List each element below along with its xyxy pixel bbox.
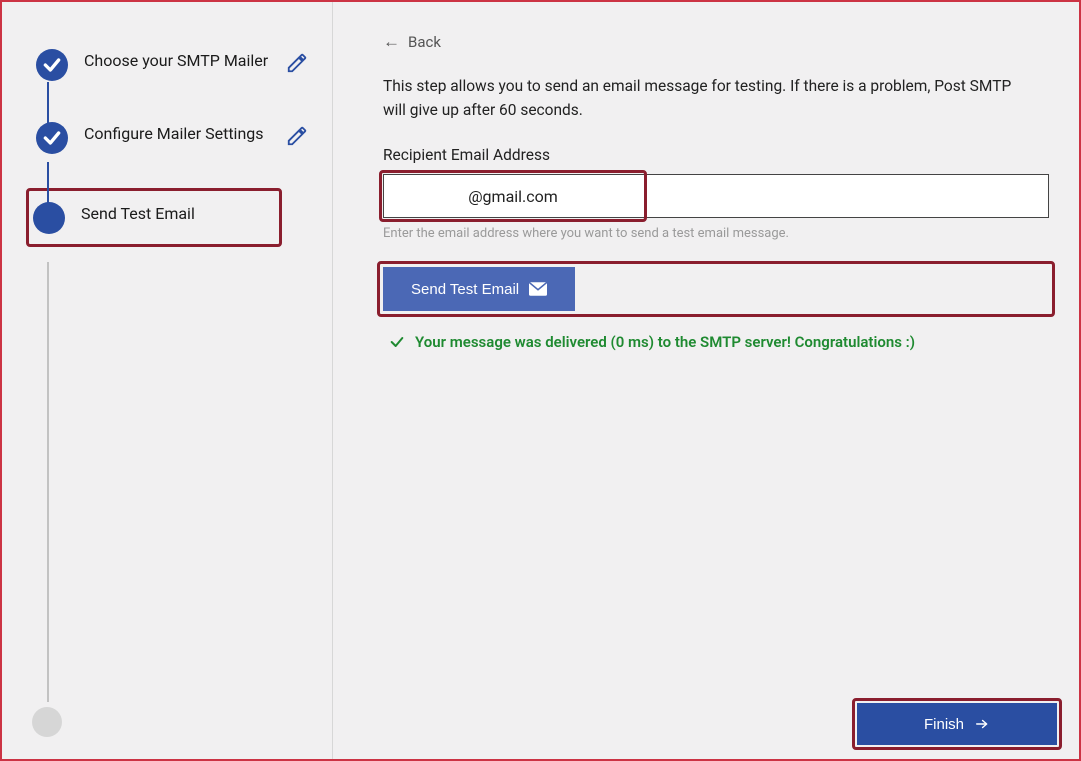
final-step-icon — [32, 707, 62, 737]
step-connector — [47, 262, 49, 702]
send-test-email-button[interactable]: Send Test Email — [383, 267, 575, 311]
finish-label: Finish — [924, 716, 964, 733]
check-icon — [389, 334, 405, 350]
arrow-left-icon: ← — [383, 32, 400, 52]
recipient-input-wrap: @gmail.com — [383, 174, 1049, 218]
finish-button-wrap: Finish — [857, 703, 1057, 745]
pencil-icon[interactable] — [286, 52, 308, 74]
wizard-frame: Choose your SMTP Mailer Configure Mailer… — [0, 0, 1081, 761]
finish-button[interactable]: Finish — [857, 703, 1057, 745]
recipient-helper: Enter the email address where you want t… — [383, 226, 1049, 241]
success-message: Your message was delivered (0 ms) to the… — [389, 333, 1049, 351]
step-label: Choose your SMTP Mailer — [84, 48, 270, 72]
arrow-right-icon — [974, 717, 990, 731]
check-icon — [36, 122, 68, 154]
mail-icon — [529, 282, 547, 296]
check-icon — [36, 49, 68, 81]
back-button[interactable]: ← Back — [383, 32, 1049, 52]
step-label: Configure Mailer Settings — [84, 121, 270, 145]
current-step-icon — [33, 202, 65, 234]
step-choose-mailer[interactable]: Choose your SMTP Mailer — [32, 42, 312, 87]
back-label: Back — [408, 33, 441, 51]
step-label: Send Test Email — [81, 201, 269, 225]
pencil-icon[interactable] — [286, 125, 308, 147]
recipient-email-input[interactable] — [383, 174, 1049, 218]
recipient-label: Recipient Email Address — [383, 146, 1049, 164]
step-description: This step allows you to send an email me… — [383, 74, 1023, 122]
send-label: Send Test Email — [411, 281, 519, 298]
wizard-sidebar: Choose your SMTP Mailer Configure Mailer… — [2, 2, 332, 759]
wizard-main: ← Back This step allows you to send an e… — [332, 2, 1079, 759]
success-text: Your message was delivered (0 ms) to the… — [415, 333, 915, 351]
step-configure-settings[interactable]: Configure Mailer Settings — [32, 115, 312, 160]
send-button-wrap: Send Test Email — [383, 267, 1049, 311]
step-final — [32, 706, 62, 737]
step-send-test-email[interactable]: Send Test Email — [26, 188, 282, 247]
